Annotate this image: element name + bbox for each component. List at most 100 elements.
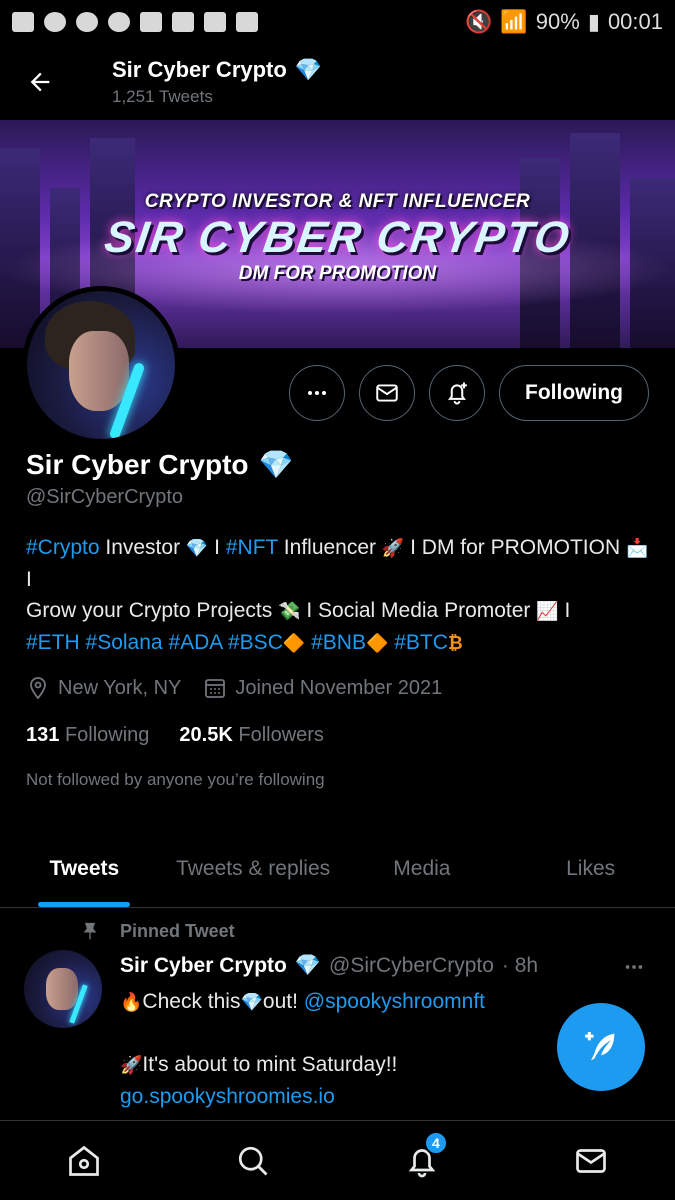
following-label: Following	[64, 724, 150, 746]
bio-text: I Social Media Promoter	[300, 599, 537, 622]
message-button[interactable]	[359, 365, 416, 421]
following-count-link[interactable]: 131 Following	[26, 724, 149, 747]
diamond-icon: 💎	[258, 449, 294, 480]
followers-count-link[interactable]: 20.5K Followers	[179, 724, 324, 747]
following-button[interactable]: Following	[499, 365, 649, 421]
clock: 00:01	[607, 9, 663, 34]
tweet-text: out!	[262, 990, 304, 1013]
bio-text: I	[208, 536, 226, 559]
more-button[interactable]	[289, 365, 346, 421]
hashtag-link[interactable]: #Crypto	[26, 536, 100, 559]
follow-counts: 131 Following 20.5K Followers	[26, 724, 324, 747]
hashtag-link[interactable]: #Solana	[86, 631, 163, 654]
tab-media[interactable]: Media	[338, 830, 507, 907]
compose-tweet-button[interactable]	[557, 1003, 645, 1091]
header-name: Sir Cyber Crypto	[112, 57, 287, 82]
pin-icon	[83, 922, 97, 940]
search-icon	[239, 1146, 268, 1175]
hashtag-link[interactable]: #BTC	[394, 631, 448, 654]
envelope-arrow-icon: 📩	[625, 538, 649, 558]
notify-button[interactable]	[429, 365, 486, 421]
hashtag-link[interactable]: #BNB	[311, 631, 366, 654]
mention-link[interactable]: @spookyshroomnft	[304, 990, 485, 1013]
bio-text: I	[26, 568, 32, 591]
tweet-url-link[interactable]: go.spookyshroomies.io	[120, 1085, 335, 1108]
tweet-count: 1,251 Tweets	[112, 87, 213, 106]
profile-avatar[interactable]	[22, 286, 180, 444]
hashtag-link[interactable]: #ADA	[168, 631, 222, 654]
bell-plus-icon	[448, 382, 467, 405]
bio-text: I	[558, 599, 571, 622]
tweet-more-button[interactable]	[623, 956, 645, 984]
image-icon	[236, 12, 258, 32]
arrow-left-icon	[30, 72, 50, 92]
money-wings-icon: 💸	[278, 601, 301, 621]
profile-header: Sir Cyber Crypto 💎 1,251 Tweets	[0, 44, 675, 120]
notifications-badge: 4	[423, 1130, 448, 1155]
location-text: New York, NY	[58, 676, 182, 699]
tab-likes[interactable]: Likes	[506, 830, 675, 907]
followers-count: 20.5K	[179, 724, 233, 746]
profile-name-text: Sir Cyber Crypto	[26, 448, 249, 480]
envelope-icon	[575, 1148, 606, 1173]
profile-tabs: Tweets Tweets & replies Media Likes	[0, 830, 675, 908]
tweet-author-name[interactable]: Sir Cyber Crypto	[120, 954, 287, 978]
tweet-time: · 8h	[501, 954, 539, 977]
followers-label: Followers	[238, 724, 324, 746]
nav-search[interactable]	[233, 1141, 273, 1181]
feather-plus-icon	[585, 1032, 615, 1061]
profile-handle: @SirCyberCrypto	[26, 486, 184, 508]
bio-text: Investor	[99, 536, 186, 559]
tweet-text: It's about to mint Saturday!!	[142, 1053, 398, 1076]
nav-notifications[interactable]: 4	[402, 1130, 448, 1181]
status-bar: 🔇 📶 90% ▮ 00:01	[0, 0, 675, 44]
rocket-icon: 🚀	[120, 1055, 143, 1075]
nav-messages[interactable]	[571, 1141, 611, 1181]
home-icon	[69, 1145, 100, 1176]
back-button[interactable]	[0, 68, 80, 96]
calendar-icon	[205, 679, 226, 698]
tweet-avatar[interactable]	[24, 950, 102, 1028]
tweet-text: Check this	[142, 990, 241, 1013]
fire-icon: 🔥	[120, 992, 143, 1012]
play-store-icon	[204, 12, 226, 32]
hashtag-link[interactable]: #BSC	[228, 631, 283, 654]
binance-icon: 🔶	[282, 633, 306, 653]
bio-text: Influencer	[277, 536, 382, 559]
header-text: Sir Cyber Crypto 💎 1,251 Tweets	[112, 57, 322, 107]
more-icon	[308, 391, 327, 395]
wifi-icon: 📶	[500, 9, 528, 34]
hashtag-link[interactable]: #ETH	[26, 631, 80, 654]
pinned-label: Pinned Tweet	[80, 920, 235, 942]
tweet-body: 🔥Check this💎out! @spookyshroomnft 🚀It's …	[120, 986, 600, 1112]
binance-icon: 🔶	[365, 633, 389, 653]
tweet-author-handle: @SirCyberCrypto	[329, 954, 494, 977]
profile-meta: New York, NY Joined November 2021	[26, 676, 442, 700]
profile-actions: Following	[289, 365, 649, 421]
tab-tweets[interactable]: Tweets	[0, 830, 169, 907]
following-count: 131	[26, 724, 60, 746]
rocket-icon: 🚀	[381, 538, 405, 558]
system-status: 🔇 📶 90% ▮ 00:01	[465, 9, 663, 35]
bottom-nav: 4	[0, 1120, 675, 1200]
diamond-icon: 💎	[240, 992, 263, 1012]
join-date-text: Joined November 2021	[235, 676, 443, 699]
message-icon	[12, 12, 34, 32]
profile-name: Sir Cyber Crypto 💎	[26, 448, 293, 481]
header-title: Sir Cyber Crypto 💎	[112, 57, 322, 83]
battery-percent: 90%	[535, 9, 580, 34]
banner-top-line: CRYPTO INVESTOR & NFT INFLUENCER	[144, 191, 531, 212]
tab-tweets-replies[interactable]: Tweets & replies	[169, 830, 338, 907]
twitter-icon	[44, 12, 66, 32]
diamond-icon: 💎	[185, 538, 209, 558]
diamond-icon: 💎	[294, 954, 322, 977]
pinned-text: Pinned Tweet	[120, 920, 235, 941]
diamond-icon: 💎	[294, 57, 323, 82]
nav-home[interactable]	[64, 1141, 104, 1181]
bio-text: I DM for PROMOTION	[404, 536, 626, 559]
hashtag-link[interactable]: #NFT	[226, 536, 278, 559]
join-date: Joined November 2021	[203, 676, 442, 700]
location-pin-icon	[30, 677, 46, 700]
banner-bottom-line: DM FOR PROMOTION	[238, 263, 437, 284]
inbox-icon	[172, 12, 194, 32]
